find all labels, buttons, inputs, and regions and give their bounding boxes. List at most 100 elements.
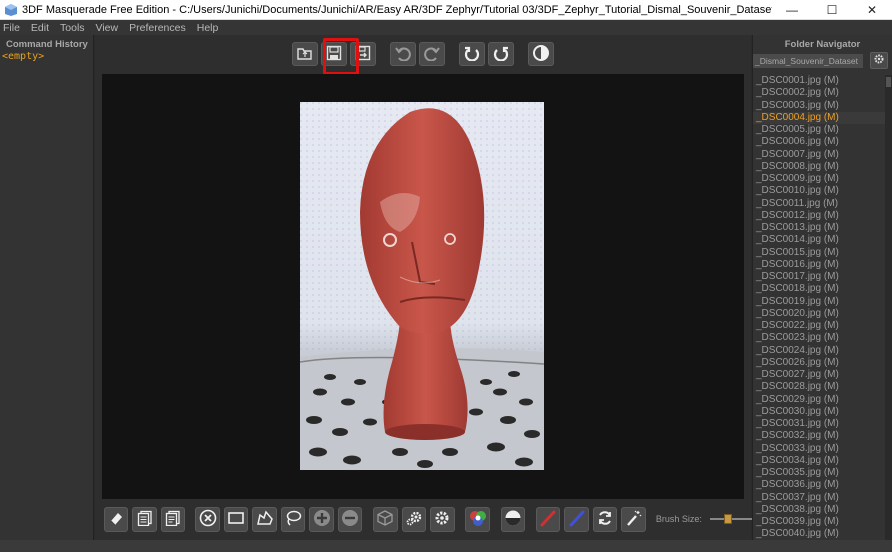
file-list-item[interactable]: _DSC0029.jpg (M) (753, 394, 885, 406)
auto-mask-button[interactable] (373, 506, 398, 532)
file-list-item[interactable]: _DSC0015.jpg (M) (753, 247, 885, 259)
magic-wand-button[interactable] (621, 506, 646, 532)
file-list-item[interactable]: _DSC0037.jpg (M) (753, 492, 885, 504)
file-list-item[interactable]: _DSC0002.jpg (M) (753, 87, 885, 99)
open-folder-button[interactable] (292, 42, 318, 66)
file-list-item[interactable]: _DSC0023.jpg (M) (753, 332, 885, 344)
rotate-right-button[interactable] (488, 42, 514, 66)
close-button[interactable]: ✕ (852, 0, 892, 20)
file-list-item[interactable]: _DSC0036.jpg (M) (753, 479, 885, 491)
window-title: 3DF Masquerade Free Edition - C:/Users/J… (22, 3, 772, 16)
refresh-gear-icon (873, 53, 885, 68)
lasso-tool-button[interactable] (280, 506, 306, 532)
file-list-item[interactable]: _DSC0001.jpg (M) (753, 75, 885, 87)
file-list-item[interactable]: _DSC0022.jpg (M) (753, 320, 885, 332)
mask-color-button[interactable] (465, 506, 490, 532)
file-list-item[interactable]: _DSC0031.jpg (M) (753, 418, 885, 430)
image-viewer[interactable] (102, 74, 744, 499)
undo-button[interactable] (390, 42, 416, 66)
file-list-item[interactable]: _DSC0034.jpg (M) (753, 455, 885, 467)
file-list-item[interactable]: _DSC0007.jpg (M) (753, 149, 885, 161)
file-list-item[interactable]: _DSC0032.jpg (M) (753, 430, 885, 442)
file-list-item[interactable]: _DSC0006.jpg (M) (753, 136, 885, 148)
file-list-item[interactable]: _DSC0027.jpg (M) (753, 369, 885, 381)
menu-view[interactable]: View (96, 22, 119, 34)
polygon-tool-button[interactable] (252, 506, 277, 532)
red-brush-button[interactable] (535, 506, 561, 532)
file-list-item[interactable]: _DSC0016.jpg (M) (753, 259, 885, 271)
file-list-item[interactable]: _DSC0035.jpg (M) (753, 467, 885, 479)
save-button[interactable] (321, 42, 347, 66)
save-next-icon (355, 45, 371, 64)
eraser-icon (108, 510, 124, 529)
file-list-item[interactable]: _DSC0020.jpg (M) (753, 308, 885, 320)
clear-mask-button[interactable] (195, 506, 220, 532)
file-list-item[interactable]: _DSC0014.jpg (M) (753, 234, 885, 246)
save-next-button[interactable] (350, 42, 376, 66)
copy-mask-button[interactable] (132, 506, 157, 532)
menu-preferences[interactable]: Preferences (129, 22, 186, 34)
menu-bar: File Edit Tools View Preferences Help (0, 20, 892, 35)
rectangle-icon (227, 511, 245, 528)
file-list-scrollbar[interactable] (885, 75, 892, 540)
file-list-item[interactable]: _DSC0026.jpg (M) (753, 357, 885, 369)
file-list-item[interactable]: _DSC0004.jpg (M) (753, 111, 885, 124)
file-list-item[interactable]: _DSC0038.jpg (M) (753, 504, 885, 516)
command-history-panel: Command History <empty> (0, 35, 94, 540)
advanced-settings-button[interactable] (401, 506, 427, 532)
file-list-item[interactable]: _DSC0011.jpg (M) (753, 198, 885, 210)
status-bar (0, 540, 892, 552)
redo-button[interactable] (419, 42, 445, 66)
file-list-item[interactable]: _DSC0039.jpg (M) (753, 516, 885, 528)
brush-size-slider[interactable] (709, 514, 754, 524)
file-list-item[interactable]: _DSC0033.jpg (M) (753, 443, 885, 455)
eraser-button[interactable] (104, 506, 129, 532)
file-list-scroll-thumb[interactable] (886, 77, 891, 87)
rotate-right-icon (492, 45, 510, 64)
file-list-item[interactable]: _DSC0013.jpg (M) (753, 222, 885, 234)
settings-button[interactable] (430, 506, 455, 532)
blue-brush-icon (568, 509, 586, 530)
command-history-title: Command History (6, 39, 88, 50)
file-list-item[interactable]: _DSC0009.jpg (M) (753, 173, 885, 185)
menu-edit[interactable]: Edit (31, 22, 49, 34)
invert-mask-button[interactable] (528, 42, 554, 66)
rectangle-tool-button[interactable] (223, 506, 249, 532)
refresh-folder-button[interactable] (870, 52, 888, 69)
add-mode-button[interactable] (309, 506, 334, 532)
file-list-item[interactable]: _DSC0008.jpg (M) (753, 161, 885, 173)
top-toolbar (95, 35, 751, 73)
minimize-button[interactable]: — (772, 0, 812, 20)
file-list-item[interactable]: _DSC0030.jpg (M) (753, 406, 885, 418)
blue-brush-button[interactable] (564, 506, 589, 532)
red-brush-icon (539, 509, 557, 530)
folder-open-icon (296, 45, 314, 64)
toggle-overlay-button[interactable] (500, 506, 526, 532)
brush-size-knob[interactable] (724, 514, 733, 524)
folder-row: _Dismal_Souvenir_Dataset (753, 52, 892, 69)
file-list-item[interactable]: _DSC0024.jpg (M) (753, 345, 885, 357)
file-list-item[interactable]: _DSC0017.jpg (M) (753, 271, 885, 283)
subtract-mode-button[interactable] (337, 506, 363, 532)
rotate-left-button[interactable] (459, 42, 485, 66)
plus-icon (313, 509, 331, 530)
refresh-mask-button[interactable] (592, 506, 618, 532)
menu-file[interactable]: File (3, 22, 20, 34)
paste-mask-button[interactable] (160, 506, 186, 532)
file-list-item[interactable]: _DSC0005.jpg (M) (753, 124, 885, 136)
folder-path-field[interactable]: _Dismal_Souvenir_Dataset (753, 53, 863, 68)
save-icon (326, 45, 342, 64)
folder-navigator-title: Folder Navigator (784, 39, 861, 50)
rotate-left-icon (463, 45, 481, 64)
command-history-empty: <empty> (2, 51, 45, 62)
file-list-item[interactable]: _DSC0003.jpg (M) (753, 100, 885, 112)
file-list-item[interactable]: _DSC0018.jpg (M) (753, 283, 885, 295)
maximize-button[interactable]: ☐ (812, 0, 852, 20)
file-list-item[interactable]: _DSC0028.jpg (M) (753, 381, 885, 393)
file-list-item[interactable]: _DSC0010.jpg (M) (753, 185, 885, 197)
file-list-item[interactable]: _DSC0040.jpg (M) (753, 528, 885, 540)
file-list-item[interactable]: _DSC0012.jpg (M) (753, 210, 885, 222)
menu-tools[interactable]: Tools (60, 22, 85, 34)
file-list-item[interactable]: _DSC0019.jpg (M) (753, 296, 885, 308)
menu-help[interactable]: Help (197, 22, 219, 34)
